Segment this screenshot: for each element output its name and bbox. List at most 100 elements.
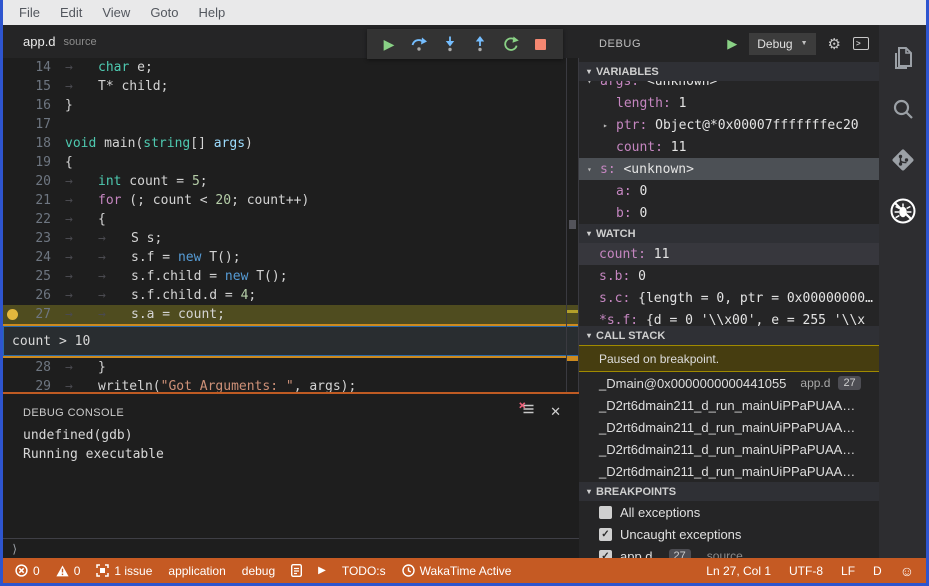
breakpoint-gutter[interactable] [3, 115, 25, 134]
search-icon[interactable] [888, 94, 918, 124]
checkbox-checked-icon[interactable]: ✓ [599, 527, 612, 541]
clear-console-icon[interactable] [519, 402, 534, 421]
variable-row[interactable]: ▾ s: <unknown> [579, 158, 879, 180]
code-line[interactable]: 17 [3, 115, 579, 134]
variable-row[interactable]: b: 0 [579, 202, 879, 224]
status-item-application[interactable]: application [168, 564, 225, 578]
menu-goto[interactable]: Goto [140, 5, 188, 20]
continue-icon[interactable]: ▶ [379, 32, 399, 56]
checkbox-unchecked-icon[interactable] [599, 505, 612, 519]
breakpoint-row[interactable]: ✓ Uncaught exceptions [579, 523, 879, 545]
breakpoint-gutter[interactable] [3, 358, 25, 377]
breakpoint-gutter[interactable] [3, 377, 25, 392]
breakpoint-gutter[interactable] [3, 229, 25, 248]
breakpoint-gutter[interactable] [3, 153, 25, 172]
watch-row[interactable]: s.b: 0 [579, 265, 879, 287]
breakpoint-row[interactable]: ✓ app.d 27 source [579, 545, 879, 558]
breakpoint-gutter[interactable] [3, 172, 25, 191]
variable-row-clipped[interactable]: ▾ args: <unknown> [579, 81, 879, 92]
debug-profile-dropdown[interactable]: Debug ▼ [749, 32, 816, 55]
code-line[interactable]: 19 { [3, 153, 579, 172]
breakpoint-gutter[interactable] [3, 96, 25, 115]
stack-frame[interactable]: _Dmain@0x0000000000441055 app.d 27 [579, 372, 879, 394]
stack-frame[interactable]: _D2rt6dmain211_d_run_mainUiPPaPUAA… [579, 394, 879, 416]
code-line[interactable]: 15 → T* child; [3, 77, 579, 96]
breakpoint-row[interactable]: All exceptions [579, 501, 879, 523]
stack-frame[interactable]: _D2rt6dmain211_d_run_mainUiPPaPUAA… [579, 460, 879, 482]
code-line[interactable]: 22 →{ [3, 210, 579, 229]
error-icon[interactable]: 0 [15, 564, 40, 578]
status-item-utf-8[interactable]: UTF-8 [789, 564, 823, 578]
code-line[interactable]: 29 → writeln("Got Arguments: ", args); [3, 377, 579, 392]
start-debug-icon[interactable]: ▶ [727, 36, 737, 52]
chevron-expanded-icon[interactable]: ▾ [587, 81, 600, 86]
status-item-debug[interactable]: debug [242, 564, 275, 578]
code-line[interactable]: 27 → → s.a = count; [3, 305, 579, 324]
files-icon[interactable] [888, 43, 918, 73]
breakpoint-gutter[interactable] [3, 286, 25, 305]
code-line[interactable]: 18 void main(string[] args) [3, 134, 579, 153]
code-line[interactable]: 21 → for (; count < 20; count++) [3, 191, 579, 210]
code-line[interactable]: 16} [3, 96, 579, 115]
debug-console-input[interactable]: ⟩ [3, 538, 579, 558]
breakpoint-gutter[interactable] [3, 134, 25, 153]
breakpoint-condition-input[interactable]: count > 10 [3, 326, 579, 356]
status-item-d[interactable]: D [873, 564, 882, 578]
watch-row[interactable]: count: 11 [579, 243, 879, 265]
status-item-todo-s[interactable]: TODO:s [342, 564, 386, 578]
status-item-ln-27-col-1[interactable]: Ln 27, Col 1 [706, 564, 771, 578]
code-area[interactable]: 14 → char e; 15 → T* child; 16} 17 18 void main(s… [3, 58, 579, 392]
step-out-icon[interactable] [470, 32, 490, 56]
issues-icon[interactable]: 1 issue [96, 564, 152, 578]
open-console-icon[interactable]: > [853, 37, 869, 50]
section-variables[interactable]: ▾ VARIABLES [579, 62, 879, 81]
stack-frame[interactable]: _D2rt6dmain211_d_run_mainUiPPaPUAA… [579, 416, 879, 438]
smiley-icon[interactable]: ☺ [900, 563, 914, 579]
section-watch[interactable]: ▾ WATCH [579, 224, 879, 243]
code-line[interactable]: 20 → int count = 5; [3, 172, 579, 191]
breakpoint-gutter[interactable] [3, 248, 25, 267]
warning-icon[interactable]: 0 [56, 564, 80, 578]
file-icon[interactable] [291, 564, 303, 577]
breakpoint-icon[interactable] [7, 309, 18, 320]
stack-frame[interactable]: _D2rt6dmain211_d_run_mainUiPPaPUAA… [579, 438, 879, 460]
watch-row[interactable]: s.c: {length = 0, ptr = 0x00000000… [579, 287, 879, 309]
restart-icon[interactable] [501, 32, 521, 56]
checkbox-checked-icon[interactable]: ✓ [599, 549, 612, 558]
settings-gear-icon[interactable]: ⚙ [828, 35, 841, 53]
menu-help[interactable]: Help [189, 5, 236, 20]
breakpoint-gutter[interactable] [3, 58, 25, 77]
menu-edit[interactable]: Edit [50, 5, 92, 20]
variable-row[interactable]: ▸ ptr: Object@*0x00007fffffffec20 [579, 114, 879, 136]
section-breakpoints[interactable]: ▾ BREAKPOINTS [579, 482, 879, 501]
code-line[interactable]: 23 → → S s; [3, 229, 579, 248]
variable-row[interactable]: count: 11 [579, 136, 879, 158]
chevron-expanded-icon[interactable]: ▾ [587, 165, 600, 174]
menu-view[interactable]: View [92, 5, 140, 20]
code-line[interactable]: 14 → char e; [3, 58, 579, 77]
code-line[interactable]: 26 → → s.f.child.d = 4; [3, 286, 579, 305]
watch-row[interactable]: *s.f: {d = 0 '\\x00', e = 255 '\\x [579, 309, 879, 327]
menu-file[interactable]: File [9, 5, 50, 20]
source-control-icon[interactable] [888, 145, 918, 175]
play-icon[interactable]: ▶ [318, 565, 326, 576]
step-into-icon[interactable] [440, 32, 460, 56]
breakpoint-gutter[interactable] [3, 210, 25, 229]
watch-row-clipped[interactable]: *s.f: {d = 0 '\\x00', e = 255 '\\x [579, 309, 879, 327]
tab-appd[interactable]: app.d source [3, 25, 117, 58]
close-icon[interactable]: ✕ [550, 404, 561, 420]
breakpoint-gutter[interactable] [3, 77, 25, 96]
step-over-icon[interactable] [409, 32, 429, 56]
scrollbar-thumb[interactable] [569, 220, 576, 229]
breakpoint-gutter[interactable] [3, 305, 25, 324]
breakpoint-gutter[interactable] [3, 267, 25, 286]
debug-icon[interactable] [888, 196, 918, 226]
code-line[interactable]: 28 →} [3, 358, 579, 377]
code-line[interactable]: 25 → → s.f.child = new T(); [3, 267, 579, 286]
section-call-stack[interactable]: ▾ CALL STACK [579, 326, 879, 345]
status-item-lf[interactable]: LF [841, 564, 855, 578]
clock-icon[interactable]: WakaTime Active [401, 564, 511, 578]
variable-row[interactable]: ▾ args: <unknown> [579, 81, 879, 92]
variable-row[interactable]: a: 0 [579, 180, 879, 202]
code-line[interactable]: 24 → → s.f = new T(); [3, 248, 579, 267]
